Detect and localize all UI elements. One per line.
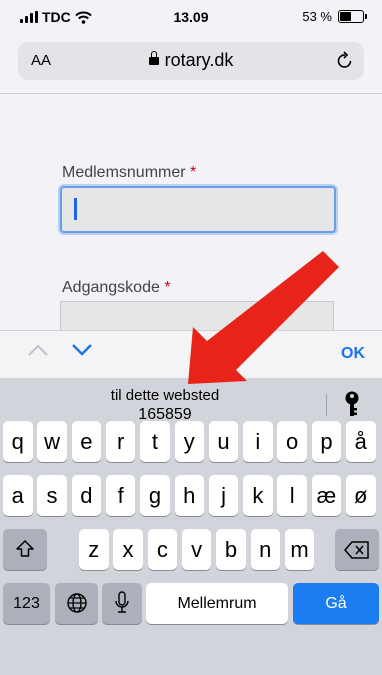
shift-icon: [16, 540, 34, 557]
key-g[interactable]: g: [140, 475, 170, 516]
key-h[interactable]: h: [174, 475, 204, 516]
password-label: Adgangskode *: [62, 279, 171, 296]
status-right: 53 %: [302, 9, 367, 24]
key-n[interactable]: n: [250, 529, 280, 570]
backspace-key[interactable]: [335, 529, 379, 570]
key-å[interactable]: å: [346, 421, 376, 462]
chevron-up-icon[interactable]: [27, 343, 49, 357]
keyboard-accessory-bar: OK: [0, 330, 382, 379]
url-display[interactable]: rotary.dk: [18, 50, 364, 71]
key-m[interactable]: m: [284, 529, 315, 570]
numbers-key[interactable]: 123: [3, 583, 50, 624]
reload-icon[interactable]: [336, 51, 354, 71]
key-d[interactable]: d: [71, 475, 102, 516]
key-r[interactable]: r: [105, 421, 136, 462]
lock-icon: [148, 51, 159, 65]
shift-key[interactable]: [3, 529, 47, 570]
autofill-suggestion[interactable]: til dette websted 165859: [0, 386, 330, 424]
key-j[interactable]: j: [208, 475, 239, 516]
chevron-down-icon[interactable]: [71, 343, 93, 357]
key-y[interactable]: y: [174, 421, 204, 462]
key-ø[interactable]: ø: [346, 475, 376, 516]
key-l[interactable]: l: [277, 475, 307, 516]
battery-icon: [338, 10, 367, 23]
key-f[interactable]: f: [105, 475, 136, 516]
key-u[interactable]: u: [208, 421, 239, 462]
dictation-key[interactable]: [102, 583, 142, 624]
go-key[interactable]: Gå: [293, 583, 379, 624]
key-i[interactable]: i: [243, 421, 273, 462]
keyboard: til dette websted 165859 qwertyuiopå asd…: [0, 378, 382, 675]
key-w[interactable]: w: [37, 421, 67, 462]
key-icon[interactable]: [343, 390, 361, 418]
status-bar: TDC 13.09 53 %: [0, 0, 382, 38]
key-b[interactable]: b: [216, 529, 246, 570]
key-e[interactable]: e: [71, 421, 102, 462]
battery-percent: 53 %: [302, 9, 332, 24]
globe-icon: [66, 593, 87, 613]
key-z[interactable]: z: [79, 529, 109, 570]
url-text: rotary.dk: [164, 50, 234, 70]
text-caret: [74, 198, 77, 220]
space-key[interactable]: Mellemrum: [146, 583, 288, 624]
address-bar[interactable]: AA rotary.dk: [18, 42, 364, 80]
key-v[interactable]: v: [181, 529, 212, 570]
key-c[interactable]: c: [147, 529, 178, 570]
suggestion-divider: [326, 394, 327, 416]
login-form: Medlemsnummer * Adgangskode *: [0, 94, 382, 343]
key-k[interactable]: k: [243, 475, 273, 516]
done-button[interactable]: OK: [341, 345, 365, 363]
member-number-label: Medlemsnummer *: [62, 164, 197, 181]
required-mark: *: [190, 164, 197, 181]
key-æ[interactable]: æ: [311, 475, 342, 516]
backspace-icon: [344, 541, 369, 559]
key-p[interactable]: p: [311, 421, 342, 462]
key-a[interactable]: a: [3, 475, 33, 516]
key-s[interactable]: s: [37, 475, 67, 516]
required-mark: *: [164, 279, 171, 296]
member-number-input[interactable]: [60, 186, 336, 233]
globe-key[interactable]: [55, 583, 98, 624]
key-q[interactable]: q: [3, 421, 33, 462]
microphone-icon: [115, 591, 129, 613]
key-t[interactable]: t: [140, 421, 170, 462]
key-x[interactable]: x: [113, 529, 143, 570]
suggestion-caption: til dette websted: [110, 387, 220, 404]
key-o[interactable]: o: [277, 421, 307, 462]
